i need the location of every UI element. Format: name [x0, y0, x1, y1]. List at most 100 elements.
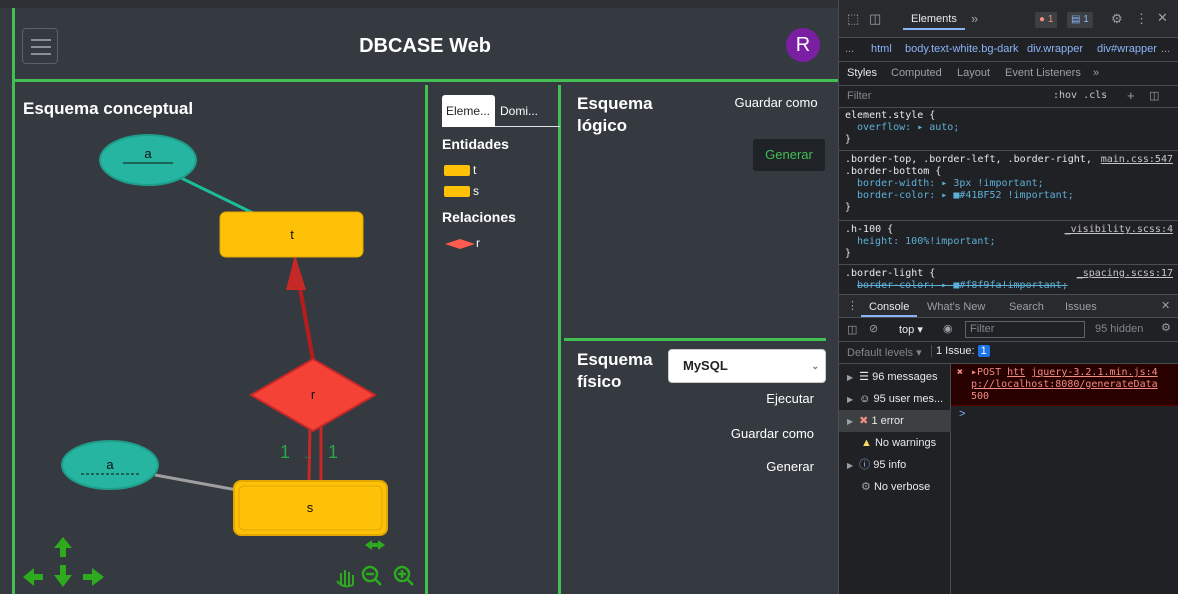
style-rule[interactable]: .border-light { _spacing.scss:17 border-… [845, 268, 1173, 292]
sidebar-item-label: 95 info [873, 459, 907, 471]
breadcrumb-item[interactable]: div#wrapper [1097, 43, 1157, 55]
hov-cls-toggles[interactable]: :hov .cls [1053, 90, 1107, 101]
device-toolbar-icon[interactable]: ◫ [869, 11, 881, 27]
inspect-icon[interactable]: ⬚ [847, 11, 859, 27]
logical-generate-button[interactable]: Generar [753, 139, 825, 171]
physical-generate-button[interactable]: Generar [766, 459, 814, 474]
styles-filter-input[interactable]: Filter [847, 90, 871, 102]
rule-property[interactable]: border-width: ▸ 3px !important; [845, 178, 1173, 190]
error-url-link[interactable]: htt [1007, 367, 1025, 378]
style-rule[interactable]: .border-top, .border-left, .border-right… [845, 154, 1173, 214]
rule-property[interactable]: border-color: ▸ ■#f8f9fa!important; [845, 280, 1173, 292]
more-tabs-button[interactable]: » [971, 11, 978, 26]
hand-pointer-icon[interactable] [336, 570, 354, 588]
sidebar-item-info[interactable]: ▶ ⓘ 95 info [847, 454, 951, 476]
rule-property[interactable]: overflow: ▸ auto; [845, 122, 1173, 134]
sidebar-item-verbose[interactable]: ⚙ No verbose [847, 476, 951, 498]
tab-search[interactable]: Search [1009, 301, 1044, 313]
breadcrumb-item[interactable]: div.wrapper [1027, 43, 1083, 55]
clear-console-icon[interactable]: ⊘ [869, 322, 878, 335]
cardinality-label: .. [305, 447, 312, 461]
entity-list-item[interactable]: s [444, 184, 479, 198]
breadcrumb-item[interactable]: ... [845, 43, 854, 55]
physical-schema-panel: Esquema físico MySQL ⌄ Ejecutar Guardar … [561, 341, 838, 594]
tab-styles[interactable]: Styles [847, 67, 877, 79]
more-subtabs[interactable]: » [1093, 67, 1099, 79]
error-url-link[interactable]: p://localhost:8080/generateData [971, 379, 1158, 390]
divider [839, 220, 1178, 221]
context-select[interactable]: top ▾ [899, 323, 923, 336]
entity-swatch-icon [444, 165, 470, 177]
sidebar-item-label: 1 error [871, 415, 904, 427]
sidebar-toggle-icon[interactable]: ◫ [1149, 89, 1159, 102]
breadcrumb-item[interactable]: html [871, 43, 892, 55]
breadcrumb-item[interactable]: ... [1161, 43, 1170, 55]
entity-list-label: t [473, 163, 477, 177]
console-error-message[interactable]: ✖ ▸POST htt jquery-3.2.1.min.js:4 p://lo… [951, 364, 1178, 406]
chevron-down-icon: ⌄ [811, 361, 819, 371]
rule-property[interactable]: height: 100%!important; [845, 236, 1173, 248]
eye-icon[interactable]: ◉ [943, 322, 953, 335]
tab-elements[interactable]: Elements [903, 8, 965, 30]
sidebar-item-user-messages[interactable]: ▶ ☺ 95 user mes... [847, 388, 951, 410]
issues-summary[interactable]: 1 Issue: 1 [931, 345, 990, 357]
gear-icon[interactable]: ⚙ [1161, 321, 1171, 334]
console-sidebar: ▶ ☰ 96 messages ▶ ☺ 95 user mes... ▶ ✖ 1 er… [839, 364, 951, 594]
tab-layout[interactable]: Layout [957, 67, 990, 79]
close-icon[interactable]: ✕ [1161, 299, 1170, 312]
console-prompt[interactable]: > [959, 408, 965, 420]
gear-icon[interactable]: ⚙ [1111, 11, 1123, 27]
tab-issues[interactable]: Issues [1065, 301, 1097, 313]
tab-computed[interactable]: Computed [891, 67, 942, 79]
drawer-menu-icon[interactable]: ⋮ [847, 299, 858, 312]
er-diagram[interactable]: a t r 1 .. 1 a s [15, 85, 428, 594]
close-icon[interactable]: ✕ [1157, 10, 1168, 26]
logical-save-as-button[interactable]: Guardar como [731, 93, 821, 113]
breadcrumb-item[interactable]: body.text-white.bg-dark [905, 43, 1019, 55]
style-rule[interactable]: .h-100 { _visibility.scss:4 height: 100%… [845, 224, 1173, 260]
kebab-menu-icon[interactable]: ⋮ [1135, 11, 1148, 27]
console-filter-input[interactable]: Filter [965, 321, 1085, 338]
physical-save-as-button[interactable]: Guardar como [731, 426, 814, 441]
tab-dominios[interactable]: Domi... [496, 95, 556, 127]
database-select[interactable]: MySQL ⌄ [668, 349, 826, 383]
sidebar-item-warnings[interactable]: ▲ No warnings [847, 432, 951, 454]
horizontal-resize-icon[interactable] [365, 540, 385, 550]
tab-event-listeners[interactable]: Event Listeners [1005, 67, 1081, 79]
error-icon: ✖ [957, 367, 964, 378]
sidebar-toggle-icon[interactable]: ◫ [847, 323, 857, 336]
sidebar-item-errors[interactable]: ▶ ✖ 1 error [839, 410, 951, 432]
rule-selector: .border-bottom { [845, 166, 942, 177]
expand-arrow-icon: ▶ [847, 395, 854, 404]
rule-source-link[interactable]: main.css:547 [1101, 154, 1173, 166]
entity-list-item[interactable]: t [444, 163, 476, 177]
error-badge[interactable]: ● 1 [1035, 12, 1058, 28]
error-icon: ✖ [859, 415, 869, 427]
log-levels-select[interactable]: Default levels ▾ [847, 346, 922, 359]
tab-console[interactable]: Console [861, 297, 918, 317]
sidebar-item-label: No warnings [874, 437, 937, 449]
attribute-label: a [106, 457, 114, 472]
relation-list-item[interactable]: r [444, 236, 480, 250]
plus-icon[interactable]: + [1127, 88, 1135, 103]
sidebar-item-messages[interactable]: ▶ ☰ 96 messages [847, 366, 951, 388]
avatar[interactable]: R [786, 28, 820, 62]
issues-badge[interactable]: ▤ 1 [1067, 12, 1093, 28]
tab-whats-new[interactable]: What's New [927, 301, 985, 313]
rule-source-link[interactable]: _spacing.scss:17 [1077, 268, 1173, 280]
rule-source-link[interactable]: _visibility.scss:4 [1065, 224, 1173, 236]
arrow-up-icon[interactable] [54, 537, 72, 557]
tab-elementos[interactable]: Eleme... [442, 95, 495, 127]
zoom-out-icon[interactable] [361, 565, 382, 586]
error-source-link[interactable]: jquery-3.2.1.min.js:4 [1031, 367, 1157, 378]
rule-property[interactable]: border-color: ▸ ■#41BF52 !important; [845, 190, 1173, 202]
execute-button[interactable]: Ejecutar [766, 391, 814, 406]
arrow-left-icon[interactable] [23, 568, 43, 586]
arrow-right-icon[interactable] [83, 568, 104, 586]
info-icon: ⓘ [859, 459, 871, 471]
arrow-down-icon[interactable] [54, 565, 72, 587]
rule-close: } [845, 202, 852, 213]
style-rule[interactable]: element.style { overflow: ▸ auto; } [845, 110, 1173, 146]
rule-close: } [845, 134, 852, 145]
zoom-in-icon[interactable] [393, 565, 414, 586]
